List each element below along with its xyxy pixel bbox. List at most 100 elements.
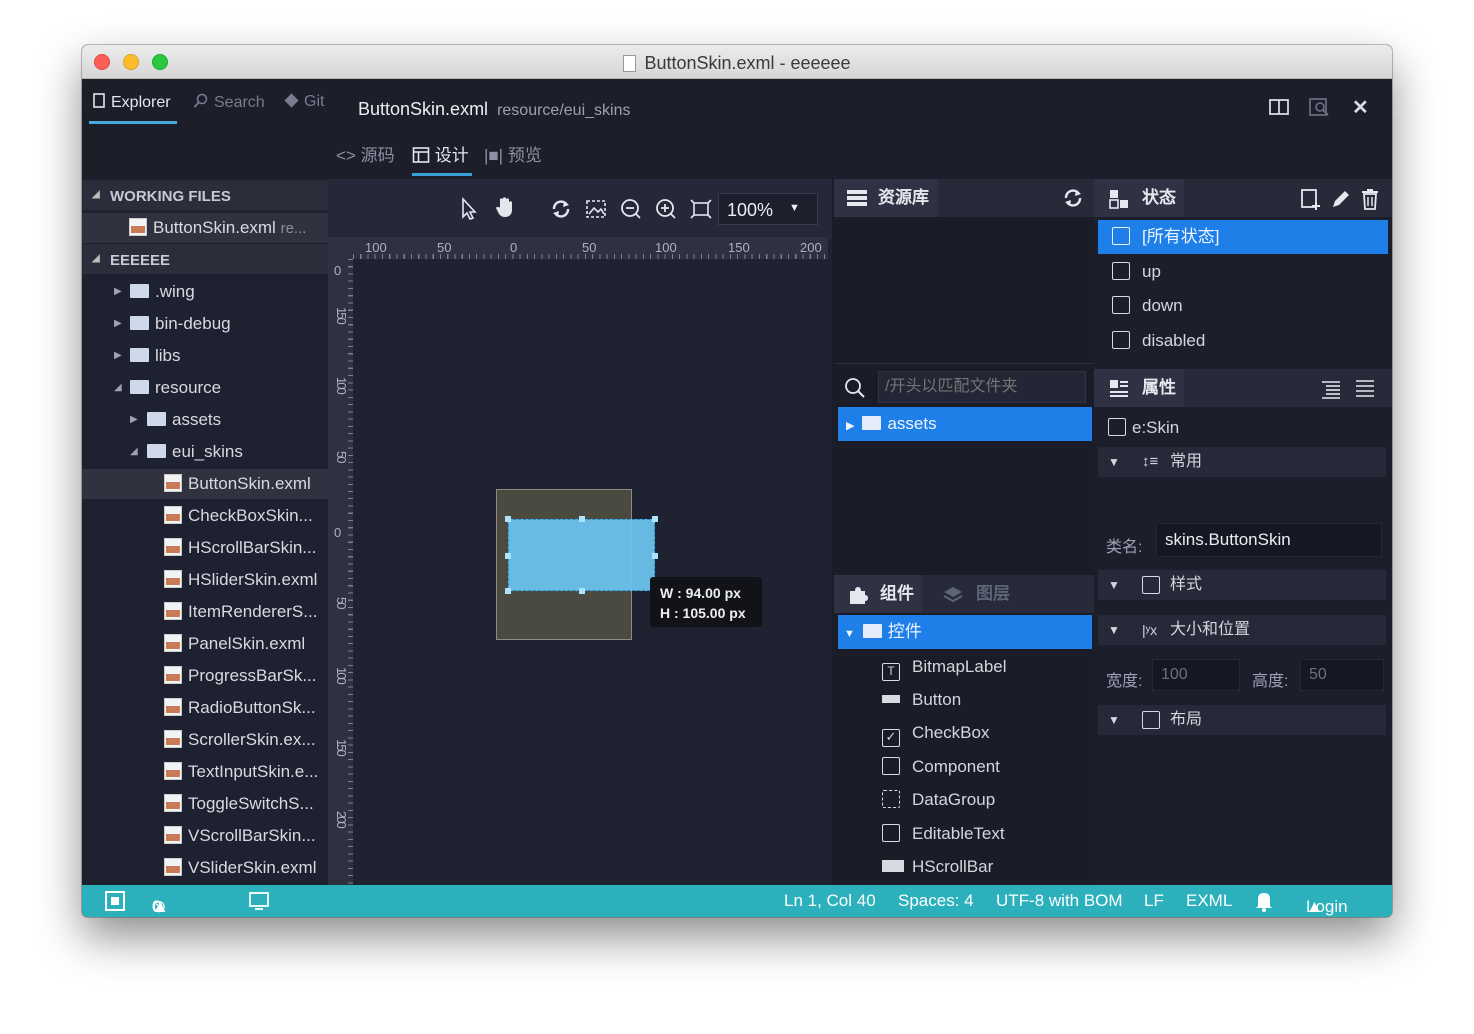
terminal-icon[interactable] (248, 891, 270, 911)
state-item-all[interactable]: [所有状态] (1098, 220, 1388, 254)
tab-preview[interactable]: |■| 预览 (484, 141, 542, 166)
tab-git[interactable]: Git (284, 93, 324, 111)
prop-group-style[interactable]: ▼ 样式 (1098, 570, 1386, 600)
collapse-icon[interactable]: ◢ (130, 437, 138, 467)
resource-item-assets[interactable]: ▶ assets (838, 407, 1092, 441)
ruler-label: 100 (365, 240, 387, 255)
zoom-out-icon[interactable] (620, 198, 642, 220)
select-tool-icon[interactable] (459, 197, 479, 221)
component-item[interactable]: Component (882, 750, 1000, 784)
add-state-icon[interactable] (1300, 188, 1322, 210)
tree-folder-assets[interactable]: assets (147, 405, 221, 435)
component-icon (1108, 418, 1126, 436)
resize-handle[interactable] (652, 553, 658, 559)
tree-file[interactable]: ItemRendererS... (164, 597, 317, 627)
tree-folder-bin-debug[interactable]: bin-debug (130, 309, 231, 339)
tab-explorer[interactable]: Explorer (92, 93, 171, 112)
hand-tool-icon[interactable] (494, 195, 516, 219)
editor-tab-title[interactable]: ButtonSkin.exml resource/eui_skins (358, 99, 630, 120)
tab-components[interactable]: 组件 (880, 575, 914, 613)
resize-handle[interactable] (505, 588, 511, 594)
close-editor-icon[interactable]: ✕ (1352, 95, 1369, 120)
resize-handle[interactable] (579, 516, 585, 522)
list-view-icon[interactable] (1320, 378, 1342, 400)
selected-button-element[interactable] (508, 519, 655, 591)
component-group-controls[interactable]: ▼ 控件 (838, 615, 1092, 649)
fit-screen-icon[interactable] (690, 198, 712, 220)
refresh-icon[interactable] (550, 198, 572, 220)
tab-source[interactable]: <> 源码 (336, 141, 395, 166)
trash-icon[interactable] (1360, 188, 1380, 210)
bell-icon[interactable] (1254, 890, 1274, 912)
tree-file[interactable]: HSliderSkin.exml (164, 565, 317, 595)
component-item-label: DataGroup (912, 790, 996, 809)
language-mode[interactable]: EXML (1186, 891, 1232, 911)
component-item[interactable]: T BitmapLabel (882, 650, 1007, 684)
working-file-name: ButtonSkin.exml (153, 218, 276, 237)
component-item[interactable]: HScrollBar (882, 850, 993, 884)
expand-icon[interactable]: ▶ (114, 309, 122, 339)
prop-group-common[interactable]: ▼ ↕≡ 常用 (1098, 447, 1386, 477)
edit-icon[interactable] (1330, 188, 1352, 210)
component-item[interactable]: EditableText (882, 817, 1005, 851)
tree-file[interactable]: HScrollBarSkin... (164, 533, 316, 563)
collapse-icon[interactable]: ◢ (114, 373, 122, 403)
tree-folder-eui-skins[interactable]: eui_skins (147, 437, 243, 467)
tree-folder-libs[interactable]: libs (130, 341, 181, 371)
expand-icon[interactable]: ▶ (114, 277, 122, 307)
prop-group-layout[interactable]: ▼ 布局 (1098, 705, 1386, 735)
state-item-down[interactable]: down (1112, 289, 1183, 323)
resize-handle[interactable] (505, 553, 511, 559)
resource-search-input[interactable] (878, 371, 1086, 403)
tab-design[interactable]: 设计 (412, 141, 469, 166)
tree-file[interactable]: TextInputSkin.e... (164, 757, 318, 787)
tree-file[interactable]: CheckBoxSkin... (164, 501, 313, 531)
cursor-position[interactable]: Ln 1, Col 40 (784, 891, 876, 911)
working-file-item[interactable]: ButtonSkin.exml re... (82, 213, 328, 243)
height-field[interactable] (1300, 659, 1384, 691)
resize-handle[interactable] (579, 588, 585, 594)
expand-icon[interactable]: ▶ (130, 405, 138, 435)
tree-file[interactable]: ScrollerSkin.ex... (164, 725, 316, 755)
resize-handle[interactable] (652, 516, 658, 522)
tree-file-buttonskin[interactable]: ButtonSkin.exml (82, 469, 328, 499)
refresh-icon[interactable] (1062, 187, 1084, 209)
tree-file[interactable]: VSliderSkin.exml (164, 853, 317, 883)
component-item[interactable]: ✓ CheckBox (882, 716, 989, 750)
prop-group-size[interactable]: ▼ |ʸx 大小和位置 (1098, 615, 1386, 645)
project-header[interactable]: ◢ EEEEEE (82, 244, 328, 274)
expand-icon[interactable]: ▶ (114, 341, 122, 371)
indentation[interactable]: Spaces: 4 (898, 891, 974, 911)
state-item-up[interactable]: up (1112, 255, 1161, 289)
tree-file[interactable]: ProgressBarSk... (164, 661, 317, 691)
component-item[interactable]: DataGroup (882, 783, 995, 817)
resource-library-title[interactable]: 资源库 (878, 179, 929, 217)
file-encoding[interactable]: UTF-8 with BOM (996, 891, 1123, 911)
working-files-header[interactable]: ◢ WORKING FILES (82, 180, 328, 210)
tab-layers[interactable]: 图层 (976, 575, 1010, 613)
state-item-disabled[interactable]: disabled (1112, 324, 1205, 358)
tree-file[interactable]: ToggleSwitchS... (164, 789, 314, 819)
properties-title[interactable]: 属性 (1142, 369, 1176, 407)
ruler-label: 50 (334, 597, 349, 608)
resize-handle[interactable] (505, 516, 511, 522)
wing-logo-icon[interactable] (104, 890, 126, 912)
tab-search[interactable]: Search (193, 93, 265, 112)
component-item[interactable]: Button (882, 683, 961, 717)
states-title[interactable]: 状态 (1142, 179, 1176, 217)
split-editor-icon[interactable] (1268, 97, 1290, 117)
tree-file[interactable]: PanelSkin.exml (164, 629, 305, 659)
tree-file[interactable]: VScrollBarSkin... (164, 821, 316, 851)
design-canvas[interactable]: 100% ▼ 100 50 0 50 100 150 200 0 150 100… (328, 179, 832, 885)
tree-folder-wing[interactable]: .wing (130, 277, 195, 307)
tree-folder-resource[interactable]: resource (130, 373, 221, 403)
end-of-line[interactable]: LF (1144, 891, 1164, 911)
tree-file[interactable]: RadioButtonSk... (164, 693, 316, 723)
zoom-select[interactable]: 100% ▼ (718, 193, 818, 225)
table-view-icon[interactable] (1354, 378, 1376, 400)
background-image-icon[interactable] (585, 198, 607, 220)
width-field[interactable] (1152, 659, 1240, 691)
class-name-field[interactable] (1156, 523, 1382, 557)
open-preview-icon[interactable] (1308, 96, 1330, 118)
zoom-in-icon[interactable] (655, 198, 677, 220)
